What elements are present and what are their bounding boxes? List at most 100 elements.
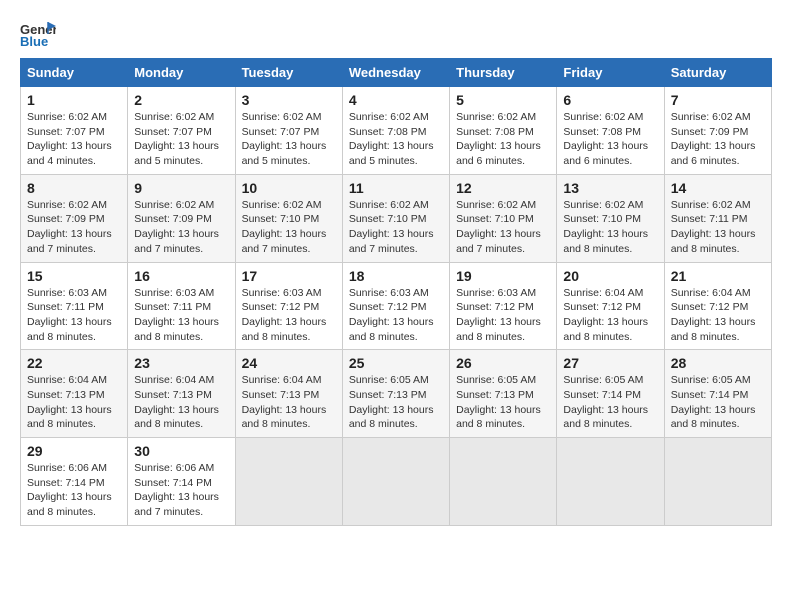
day-number: 11 [349, 180, 443, 196]
day-number: 3 [242, 92, 336, 108]
calendar-cell: 28Sunrise: 6:05 AMSunset: 7:14 PMDayligh… [664, 350, 771, 438]
day-info: Sunrise: 6:02 AMSunset: 7:10 PMDaylight:… [563, 198, 657, 257]
day-number: 4 [349, 92, 443, 108]
calendar-cell: 23 Sunrise: 6:04 AMSunset: 7:13 PMDayligh… [128, 350, 235, 438]
calendar-cell: 13 Sunrise: 6:02 AMSunset: 7:10 PMDayligh… [557, 174, 664, 262]
day-number: 19 [456, 268, 550, 284]
day-number: 16 [134, 268, 228, 284]
calendar-cell [450, 438, 557, 526]
day-number: 14 [671, 180, 765, 196]
svg-text:Blue: Blue [20, 34, 48, 48]
day-number: 20 [563, 268, 657, 284]
day-number: 18 [349, 268, 443, 284]
day-info: Sunrise: 6:06 AMSunset: 7:14 PMDaylight:… [27, 461, 121, 520]
logo-icon: General Blue [20, 20, 56, 48]
day-info: Sunrise: 6:04 AMSunset: 7:13 PMDaylight:… [242, 373, 336, 432]
day-number: 23 [134, 355, 228, 371]
calendar-cell: 17 Sunrise: 6:03 AMSunset: 7:12 PMDayligh… [235, 262, 342, 350]
calendar-cell: 14 Sunrise: 6:02 AMSunset: 7:11 PMDayligh… [664, 174, 771, 262]
day-info: Sunrise: 6:02 AMSunset: 7:09 PMDaylight:… [27, 198, 121, 257]
day-info: Sunrise: 6:03 AMSunset: 7:12 PMDaylight:… [456, 286, 550, 345]
day-header-friday: Friday [557, 59, 664, 87]
calendar-cell: 7 Sunrise: 6:02 AMSunset: 7:09 PMDaylight… [664, 87, 771, 175]
calendar-cell [235, 438, 342, 526]
day-info: Sunrise: 6:03 AMSunset: 7:11 PMDaylight:… [27, 286, 121, 345]
day-header-thursday: Thursday [450, 59, 557, 87]
logo: General Blue [20, 20, 60, 48]
day-info: Sunrise: 6:02 AMSunset: 7:07 PMDaylight:… [242, 110, 336, 169]
calendar-cell: 2Sunrise: 6:02 AMSunset: 7:07 PMDaylight… [128, 87, 235, 175]
day-info: Sunrise: 6:06 AMSunset: 7:14 PMDaylight:… [134, 461, 228, 520]
day-number: 15 [27, 268, 121, 284]
calendar-header-row: SundayMondayTuesdayWednesdayThursdayFrid… [21, 59, 772, 87]
calendar-week-1: 1 Sunrise: 6:02 AMSunset: 7:07 PMDaylight… [21, 87, 772, 175]
calendar-cell: 16 Sunrise: 6:03 AMSunset: 7:11 PMDayligh… [128, 262, 235, 350]
day-number: 5 [456, 92, 550, 108]
day-number: 6 [563, 92, 657, 108]
calendar-cell [342, 438, 449, 526]
day-number: 30 [134, 443, 228, 459]
calendar-cell: 21Sunrise: 6:04 AMSunset: 7:12 PMDayligh… [664, 262, 771, 350]
day-number: 2 [134, 92, 228, 108]
calendar-cell: 20 Sunrise: 6:04 AMSunset: 7:12 PMDayligh… [557, 262, 664, 350]
day-info: Sunrise: 6:02 AMSunset: 7:08 PMDaylight:… [349, 110, 443, 169]
calendar-cell: 29 Sunrise: 6:06 AMSunset: 7:14 PMDayligh… [21, 438, 128, 526]
day-info: Sunrise: 6:02 AMSunset: 7:10 PMDaylight:… [242, 198, 336, 257]
day-number: 24 [242, 355, 336, 371]
day-info: Sunrise: 6:02 AMSunset: 7:09 PMDaylight:… [134, 198, 228, 257]
calendar-cell: 4 Sunrise: 6:02 AMSunset: 7:08 PMDaylight… [342, 87, 449, 175]
day-info: Sunrise: 6:04 AMSunset: 7:12 PMDaylight:… [563, 286, 657, 345]
day-info: Sunrise: 6:05 AMSunset: 7:14 PMDaylight:… [563, 373, 657, 432]
calendar-cell: 24 Sunrise: 6:04 AMSunset: 7:13 PMDayligh… [235, 350, 342, 438]
day-number: 26 [456, 355, 550, 371]
day-header-sunday: Sunday [21, 59, 128, 87]
calendar-cell: 22 Sunrise: 6:04 AMSunset: 7:13 PMDayligh… [21, 350, 128, 438]
day-number: 27 [563, 355, 657, 371]
day-info: Sunrise: 6:02 AMSunset: 7:10 PMDaylight:… [349, 198, 443, 257]
day-info: Sunrise: 6:04 AMSunset: 7:13 PMDaylight:… [27, 373, 121, 432]
day-info: Sunrise: 6:02 AMSunset: 7:07 PMDaylight:… [27, 110, 121, 169]
calendar-cell: 25 Sunrise: 6:05 AMSunset: 7:13 PMDayligh… [342, 350, 449, 438]
day-number: 22 [27, 355, 121, 371]
calendar-cell: 30 Sunrise: 6:06 AMSunset: 7:14 PMDayligh… [128, 438, 235, 526]
day-number: 12 [456, 180, 550, 196]
calendar-week-3: 15 Sunrise: 6:03 AMSunset: 7:11 PMDayligh… [21, 262, 772, 350]
day-info: Sunrise: 6:04 AMSunset: 7:13 PMDaylight:… [134, 373, 228, 432]
day-number: 8 [27, 180, 121, 196]
day-info: Sunrise: 6:02 AMSunset: 7:10 PMDaylight:… [456, 198, 550, 257]
day-info: Sunrise: 6:02 AMSunset: 7:09 PMDaylight:… [671, 110, 765, 169]
calendar-cell: 5Sunrise: 6:02 AMSunset: 7:08 PMDaylight… [450, 87, 557, 175]
calendar-cell: 12 Sunrise: 6:02 AMSunset: 7:10 PMDayligh… [450, 174, 557, 262]
day-header-saturday: Saturday [664, 59, 771, 87]
day-number: 13 [563, 180, 657, 196]
day-number: 29 [27, 443, 121, 459]
day-number: 9 [134, 180, 228, 196]
calendar-cell: 15 Sunrise: 6:03 AMSunset: 7:11 PMDayligh… [21, 262, 128, 350]
day-number: 10 [242, 180, 336, 196]
day-info: Sunrise: 6:02 AMSunset: 7:08 PMDaylight:… [563, 110, 657, 169]
calendar-cell: 3 Sunrise: 6:02 AMSunset: 7:07 PMDaylight… [235, 87, 342, 175]
day-info: Sunrise: 6:02 AMSunset: 7:11 PMDaylight:… [671, 198, 765, 257]
calendar-cell: 19 Sunrise: 6:03 AMSunset: 7:12 PMDayligh… [450, 262, 557, 350]
calendar-cell: 10 Sunrise: 6:02 AMSunset: 7:10 PMDayligh… [235, 174, 342, 262]
calendar-cell [664, 438, 771, 526]
calendar-cell: 8 Sunrise: 6:02 AMSunset: 7:09 PMDaylight… [21, 174, 128, 262]
calendar-week-2: 8 Sunrise: 6:02 AMSunset: 7:09 PMDaylight… [21, 174, 772, 262]
day-info: Sunrise: 6:03 AMSunset: 7:12 PMDaylight:… [242, 286, 336, 345]
calendar-cell [557, 438, 664, 526]
calendar-cell: 18Sunrise: 6:03 AMSunset: 7:12 PMDayligh… [342, 262, 449, 350]
day-info: Sunrise: 6:05 AMSunset: 7:13 PMDaylight:… [349, 373, 443, 432]
day-info: Sunrise: 6:04 AMSunset: 7:12 PMDaylight:… [671, 286, 765, 345]
day-header-wednesday: Wednesday [342, 59, 449, 87]
calendar-cell: 9 Sunrise: 6:02 AMSunset: 7:09 PMDaylight… [128, 174, 235, 262]
calendar-cell: 6 Sunrise: 6:02 AMSunset: 7:08 PMDaylight… [557, 87, 664, 175]
day-number: 17 [242, 268, 336, 284]
day-number: 1 [27, 92, 121, 108]
day-number: 28 [671, 355, 765, 371]
day-number: 7 [671, 92, 765, 108]
calendar-cell: 11 Sunrise: 6:02 AMSunset: 7:10 PMDayligh… [342, 174, 449, 262]
day-header-monday: Monday [128, 59, 235, 87]
day-info: Sunrise: 6:03 AMSunset: 7:11 PMDaylight:… [134, 286, 228, 345]
calendar-cell: 1 Sunrise: 6:02 AMSunset: 7:07 PMDaylight… [21, 87, 128, 175]
day-number: 25 [349, 355, 443, 371]
